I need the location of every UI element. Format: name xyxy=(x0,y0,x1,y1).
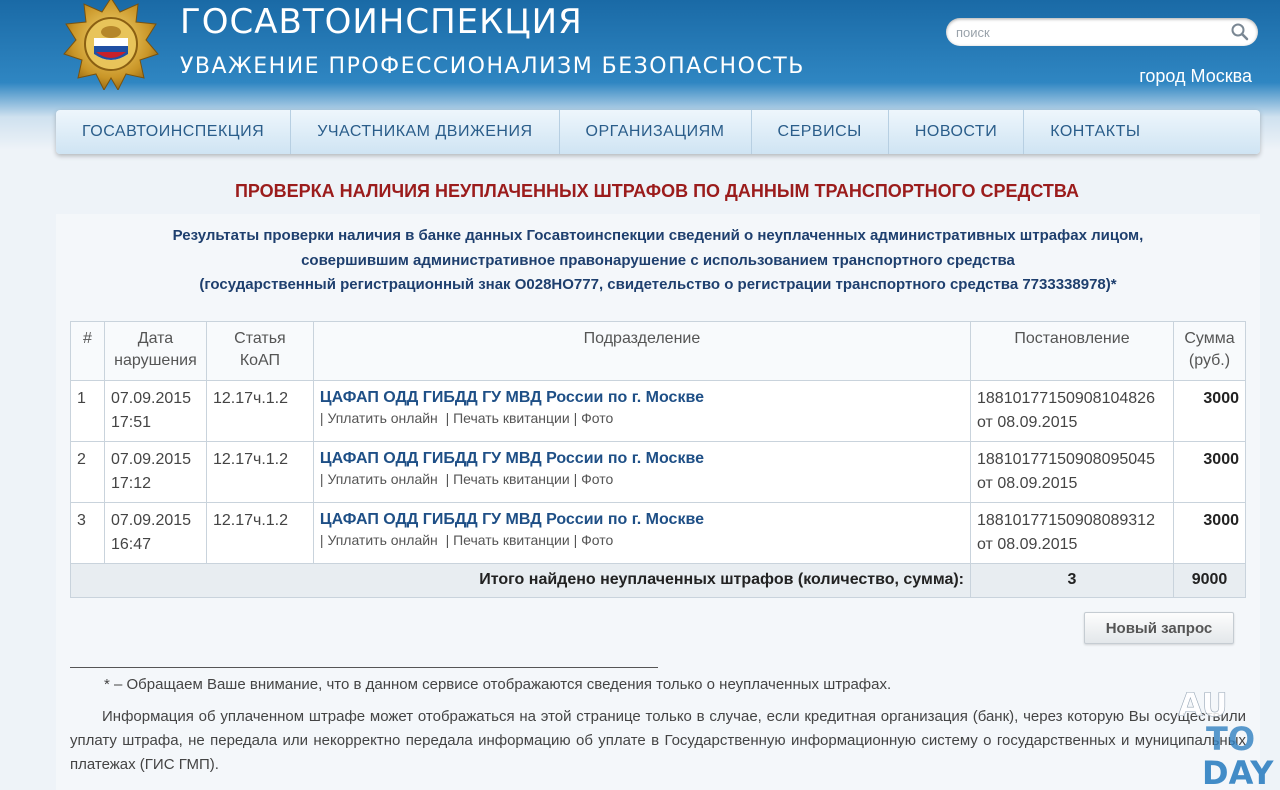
total-count: 3 xyxy=(970,563,1174,598)
results-intro-line: совершившим административное правонаруше… xyxy=(301,251,1015,269)
row-num: 1 xyxy=(70,380,105,442)
row-amount: 3000 xyxy=(1172,502,1247,564)
header-department: Подразделение xyxy=(312,321,972,381)
row-amount: 3000 xyxy=(1172,441,1247,503)
pay-online-link[interactable]: Уплатить онлайн xyxy=(327,471,437,487)
row-date: 07.09.2015 17:51 xyxy=(103,380,207,442)
row-date: 07.09.2015 17:12 xyxy=(103,441,207,503)
row-actions: | Уплатить онлайн | Печать квитанции | Ф… xyxy=(319,532,614,548)
resolution-date: от 08.09.2015 xyxy=(977,536,1078,553)
header-sum: Сумма (руб.) xyxy=(1172,321,1247,381)
print-receipt-link[interactable]: Печать квитанции xyxy=(453,410,570,426)
row-resolution: 18810177150908095045 от 08.09.2015 xyxy=(970,441,1174,503)
site-tagline: УВАЖЕНИЕ ПРОФЕССИОНАЛИЗМ БЕЗОПАСНОСТЬ xyxy=(180,54,805,79)
resolution-number: 18810177150908104826 xyxy=(977,390,1155,407)
results-intro: Результаты проверки наличия в банке данн… xyxy=(56,224,1260,298)
total-label: Итого найдено неуплаченных штрафов (коли… xyxy=(70,563,971,598)
header-date: Дата нарушения xyxy=(103,321,207,381)
nav-item-services[interactable]: СЕРВИСЫ xyxy=(752,110,889,154)
header-sum-line: (руб.) xyxy=(1188,352,1231,369)
row-article: 12.17ч.1.2 xyxy=(205,502,314,564)
resolution-number: 18810177150908089312 xyxy=(977,512,1155,529)
nav-item-news[interactable]: НОВОСТИ xyxy=(889,110,1025,154)
row-date-value: 07.09.2015 xyxy=(110,451,192,468)
department-link[interactable]: ЦАФАП ОДД ГИБДД ГУ МВД России по г. Моск… xyxy=(320,387,964,409)
department-link[interactable]: ЦАФАП ОДД ГИБДД ГУ МВД России по г. Моск… xyxy=(320,448,964,470)
nav-item-contacts[interactable]: КОНТАКТЫ xyxy=(1024,110,1166,154)
header-date-line: Дата xyxy=(137,330,174,347)
row-actions: | Уплатить онлайн | Печать квитанции | Ф… xyxy=(319,410,614,426)
photo-link[interactable]: Фото xyxy=(581,410,613,426)
total-row: Итого найдено неуплаченных штрафов (коли… xyxy=(70,563,1247,598)
header-date-line: нарушения xyxy=(114,352,197,369)
row-amount: 3000 xyxy=(1172,380,1247,442)
footnote: * – Обращаем Ваше внимание, что в данном… xyxy=(104,676,892,693)
total-sum: 9000 xyxy=(1172,563,1247,598)
search-box xyxy=(946,18,1258,46)
photo-link[interactable]: Фото xyxy=(581,471,613,487)
nav-item-organizations[interactable]: ОРГАНИЗАЦИЯМ xyxy=(560,110,752,154)
table-header-row: # Дата нарушения Статья КоАП Подразделен… xyxy=(70,321,1247,381)
watermark-line: TO xyxy=(1206,720,1255,758)
row-actions: | Уплатить онлайн | Печать квитанции | Ф… xyxy=(319,471,614,487)
row-time-value: 17:12 xyxy=(110,475,152,492)
table-row: 1 07.09.2015 17:51 12.17ч.1.2 ЦАФАП ОДД … xyxy=(70,380,1247,442)
row-department: ЦАФАП ОДД ГИБДД ГУ МВД России по г. Моск… xyxy=(312,380,972,442)
nav-item-traffic-participants[interactable]: УЧАСТНИКАМ ДВИЖЕНИЯ xyxy=(291,110,560,154)
watermark-line: AU xyxy=(1178,686,1228,724)
photo-link[interactable]: Фото xyxy=(581,532,613,548)
pay-online-link[interactable]: Уплатить онлайн xyxy=(327,532,437,548)
gibdd-emblem-icon[interactable] xyxy=(58,0,164,90)
footnote-divider xyxy=(70,667,658,668)
row-num: 3 xyxy=(70,502,105,564)
fines-table: # Дата нарушения Статья КоАП Подразделен… xyxy=(70,321,1247,598)
row-time-value: 16:47 xyxy=(110,536,152,553)
row-department: ЦАФАП ОДД ГИБДД ГУ МВД России по г. Моск… xyxy=(312,441,972,503)
watermark-line: DAY xyxy=(1202,754,1274,790)
nav-item-gosavtoinspektsiya[interactable]: ГОСАВТОИНСПЕКЦИЯ xyxy=(56,110,292,154)
row-department: ЦАФАП ОДД ГИБДД ГУ МВД России по г. Моск… xyxy=(312,502,972,564)
search-icon[interactable] xyxy=(1230,22,1250,42)
pay-online-link[interactable]: Уплатить онлайн xyxy=(327,410,437,426)
print-receipt-link[interactable]: Печать квитанции xyxy=(453,471,570,487)
results-intro-line: (государственный регистрационный знак О0… xyxy=(199,276,1117,293)
row-time-value: 17:51 xyxy=(110,414,152,431)
row-article: 12.17ч.1.2 xyxy=(205,380,314,442)
header-article-line: Статья xyxy=(234,330,286,347)
payment-info-text: Информация об уплаченном штрафе может от… xyxy=(70,708,1246,773)
header-num: # xyxy=(70,321,105,381)
header-sum-line: Сумма xyxy=(1184,330,1235,347)
row-article: 12.17ч.1.2 xyxy=(205,441,314,503)
department-link[interactable]: ЦАФАП ОДД ГИБДД ГУ МВД России по г. Моск… xyxy=(320,509,964,531)
page-title: ПРОВЕРКА НАЛИЧИЯ НЕУПЛАЧЕННЫХ ШТРАФОВ ПО… xyxy=(234,181,1080,201)
table-row: 2 07.09.2015 17:12 12.17ч.1.2 ЦАФАП ОДД … xyxy=(70,441,1247,503)
row-resolution: 18810177150908104826 от 08.09.2015 xyxy=(970,380,1174,442)
resolution-date: от 08.09.2015 xyxy=(977,414,1078,431)
resolution-number: 18810177150908095045 xyxy=(977,451,1155,468)
row-date-value: 07.09.2015 xyxy=(110,512,192,529)
row-date: 07.09.2015 16:47 xyxy=(103,502,207,564)
resolution-date: от 08.09.2015 xyxy=(977,475,1078,492)
city-selector[interactable]: город Москва xyxy=(1139,66,1252,87)
main-nav: ГОСАВТОИНСПЕКЦИЯ УЧАСТНИКАМ ДВИЖЕНИЯ ОРГ… xyxy=(56,110,1260,154)
site-title[interactable]: ГОСАВТОИНСПЕКЦИЯ xyxy=(180,2,583,42)
header-resolution: Постановление xyxy=(970,321,1174,381)
search-input[interactable] xyxy=(956,22,1226,42)
table-row: 3 07.09.2015 16:47 12.17ч.1.2 ЦАФАП ОДД … xyxy=(70,502,1247,564)
results-intro-line: Результаты проверки наличия в банке данн… xyxy=(172,227,1144,244)
row-num: 2 xyxy=(70,441,105,503)
row-resolution: 18810177150908089312 от 08.09.2015 xyxy=(970,502,1174,564)
autotoday-watermark: AU TO DAY xyxy=(1178,686,1275,790)
header-article-line: КоАП xyxy=(239,352,281,369)
new-request-button[interactable]: Новый запрос xyxy=(1084,612,1234,644)
print-receipt-link[interactable]: Печать квитанции xyxy=(453,532,570,548)
row-date-value: 07.09.2015 xyxy=(110,390,192,407)
header-article: Статья КоАП xyxy=(205,321,314,381)
